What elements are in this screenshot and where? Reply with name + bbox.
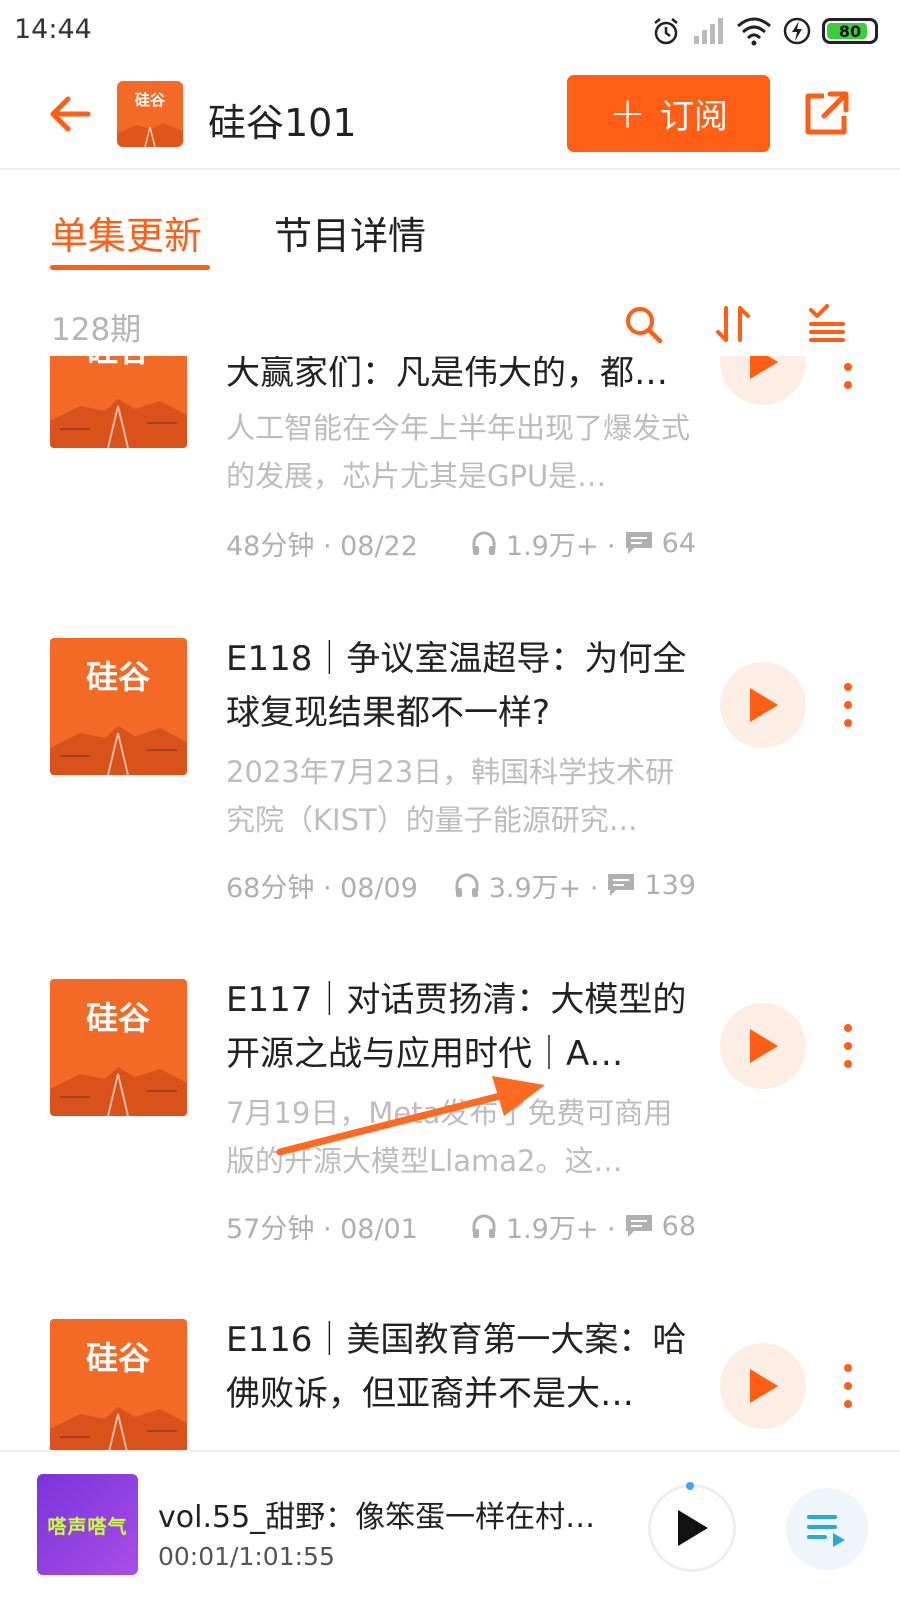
status-bar: 14:44 80 bbox=[0, 0, 900, 64]
episode-plays: 1.9万+ · bbox=[505, 1213, 616, 1245]
episode-description: 人工智能在今年上半年出现了爆发式的发展，芯片尤其是GPU是… bbox=[226, 411, 691, 493]
alarm-icon bbox=[654, 18, 678, 45]
episode-meta: 48分钟 · 08/22 1.9万+ · 64 bbox=[226, 526, 696, 562]
episode-list: 硅谷 大赢家们：凡是伟大的，都… 人工智能在今年上半年出现了爆发式的发展，芯片尤… bbox=[0, 356, 900, 1450]
more-options-icon[interactable] bbox=[836, 356, 860, 392]
list-item[interactable]: 硅谷 E117｜对话贾扬清：大模型的开源之战与应用时代｜A… 7月19日，Met… bbox=[0, 959, 900, 1299]
headphones-icon bbox=[472, 531, 496, 555]
episode-meta: 68分钟 · 08/09 3.9万+ · 139 bbox=[226, 868, 696, 904]
filter-list-icon[interactable] bbox=[805, 302, 849, 346]
episode-title: E118｜争议室温超导：为何全球复现结果都不一样? bbox=[226, 639, 687, 733]
play-button[interactable] bbox=[720, 1003, 806, 1089]
more-options-icon[interactable] bbox=[836, 680, 860, 730]
now-playing-time: 00:01/1:01:55 bbox=[158, 1542, 335, 1571]
more-options-icon[interactable] bbox=[836, 1021, 860, 1071]
playback-progress-indicator bbox=[686, 1482, 694, 1490]
now-playing-title: vol.55_甜野：像笨蛋一样在村… bbox=[158, 1500, 596, 1535]
headphones-icon bbox=[455, 873, 479, 897]
play-icon bbox=[750, 688, 778, 722]
back-button[interactable] bbox=[44, 88, 96, 140]
subscribe-button[interactable]: + 订阅 bbox=[567, 75, 770, 152]
play-button[interactable] bbox=[720, 356, 806, 405]
episode-cover: 硅谷 bbox=[50, 638, 187, 775]
episode-cover-text: 硅谷 bbox=[86, 658, 150, 696]
episode-comments: 139 bbox=[644, 869, 696, 901]
episode-description: 7月19日，Meta发布了免费可商用版的开源大模型Llama2。这… bbox=[226, 1096, 673, 1178]
play-icon bbox=[750, 356, 778, 379]
episode-cover-art: 硅谷 bbox=[50, 356, 187, 448]
tab-episodes[interactable]: 单集更新 bbox=[50, 205, 202, 260]
episode-cover-text: 硅谷 bbox=[86, 999, 150, 1037]
episode-description: 2023年7月23日，韩国科学技术研究院（KIST）的量子能源研究… bbox=[226, 755, 675, 837]
headphones-icon bbox=[472, 1214, 496, 1238]
podcast-cover-art: 硅谷 bbox=[117, 81, 183, 147]
comment-icon bbox=[625, 532, 652, 554]
tab-details[interactable]: 节目详情 bbox=[274, 205, 426, 260]
episode-cover: 硅谷 bbox=[50, 356, 187, 448]
episode-meta: 57分钟 · 08/01 1.9万+ · 68 bbox=[226, 1209, 696, 1245]
status-icons: 80 bbox=[650, 14, 878, 48]
comment-icon bbox=[625, 1215, 652, 1237]
now-playing-cover: 嗒声嗒气 bbox=[37, 1474, 138, 1575]
header: 硅谷 硅谷101 + 订阅 bbox=[0, 64, 900, 170]
play-button[interactable] bbox=[720, 1343, 806, 1429]
list-item[interactable]: 硅谷 E118｜争议室温超导：为何全球复现结果都不一样? 2023年7月23日，… bbox=[0, 618, 900, 958]
back-arrow-icon bbox=[50, 96, 91, 132]
episode-cover-art: 硅谷 bbox=[50, 1319, 187, 1450]
mini-player-play-button[interactable] bbox=[648, 1484, 736, 1572]
playlist-button[interactable] bbox=[786, 1488, 868, 1570]
episode-title: E117｜对话贾扬清：大模型的开源之战与应用时代｜A… bbox=[226, 980, 687, 1074]
episode-comments: 68 bbox=[661, 1210, 696, 1242]
episode-cover-art: 硅谷 bbox=[50, 638, 187, 775]
mini-player[interactable]: 嗒声嗒气 vol.55_甜野：像笨蛋一样在村… 00:01/1:01:55 bbox=[0, 1450, 900, 1600]
episode-cover: 硅谷 bbox=[50, 979, 187, 1116]
episode-cover: 硅谷 bbox=[50, 1319, 187, 1450]
episode-title: E116｜美国教育第一大案：哈佛败诉，但亚裔并不是大… bbox=[226, 1320, 687, 1414]
more-options-icon[interactable] bbox=[836, 1361, 860, 1411]
playlist-icon bbox=[807, 1515, 845, 1547]
signal-icon bbox=[694, 18, 723, 44]
episode-plays: 3.9万+ · bbox=[488, 872, 599, 904]
episode-duration-date: 68分钟 · 08/09 bbox=[226, 872, 418, 904]
list-toolbar: 128期 bbox=[0, 296, 900, 356]
play-icon bbox=[750, 1029, 778, 1063]
list-item[interactable]: 硅谷 E116｜美国教育第一大案：哈佛败诉，但亚裔并不是大… bbox=[0, 1299, 900, 1450]
episode-title: 大赢家们：凡是伟大的，都… bbox=[226, 356, 668, 393]
status-time: 14:44 bbox=[14, 14, 92, 45]
episode-cover-text: 硅谷 bbox=[86, 1339, 150, 1377]
share-icon bbox=[805, 91, 849, 135]
tab-active-indicator bbox=[50, 265, 210, 270]
podcast-title: 硅谷101 bbox=[208, 101, 357, 145]
episode-plays: 1.9万+ · bbox=[505, 530, 616, 562]
episode-cover-text: 硅谷 bbox=[86, 356, 150, 369]
episode-duration-date: 48分钟 · 08/22 bbox=[226, 530, 418, 562]
play-button[interactable] bbox=[720, 662, 806, 748]
subscribe-label: 订阅 bbox=[659, 97, 728, 137]
podcast-cover-text: 硅谷 bbox=[135, 91, 166, 109]
episode-count: 128期 bbox=[51, 312, 142, 348]
play-icon bbox=[750, 1369, 778, 1403]
now-playing-cover-text: 嗒声嗒气 bbox=[47, 1516, 128, 1538]
share-button[interactable] bbox=[802, 88, 852, 138]
episode-duration-date: 57分钟 · 08/01 bbox=[226, 1213, 418, 1245]
episode-cover-art: 硅谷 bbox=[50, 979, 187, 1116]
sort-icon[interactable] bbox=[712, 302, 756, 346]
charging-icon bbox=[783, 17, 811, 45]
battery-icon: 80 bbox=[822, 18, 878, 44]
play-icon bbox=[678, 1510, 708, 1546]
episode-comments: 64 bbox=[661, 527, 696, 559]
search-icon[interactable] bbox=[621, 302, 665, 346]
wifi-icon bbox=[737, 17, 771, 46]
podcast-cover: 硅谷 bbox=[117, 81, 183, 147]
battery-level: 80 bbox=[838, 21, 862, 41]
plus-icon: + bbox=[609, 87, 646, 139]
comment-icon bbox=[608, 874, 635, 896]
